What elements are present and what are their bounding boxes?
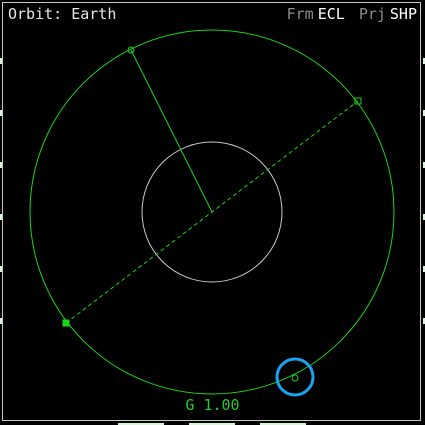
line-of-nodes bbox=[65, 100, 359, 324]
left-button-tick[interactable] bbox=[0, 266, 2, 272]
left-button-tick[interactable] bbox=[0, 318, 2, 324]
left-button-tick[interactable] bbox=[0, 162, 2, 168]
left-button-tick[interactable] bbox=[0, 110, 2, 116]
highlight-ring-icon[interactable] bbox=[275, 357, 315, 397]
periapsis-marker bbox=[291, 374, 299, 382]
orbit-view bbox=[29, 29, 395, 397]
orbit-mfd-display: Orbit: Earth Frm ECL Prj SHP G 1.00 bbox=[0, 0, 425, 425]
left-button-tick[interactable] bbox=[0, 214, 2, 220]
gravity-readout: G 1.00 bbox=[185, 396, 240, 414]
radius-vector-line bbox=[130, 49, 213, 213]
descending-node-marker bbox=[62, 319, 70, 327]
left-button-tick[interactable] bbox=[0, 58, 2, 64]
